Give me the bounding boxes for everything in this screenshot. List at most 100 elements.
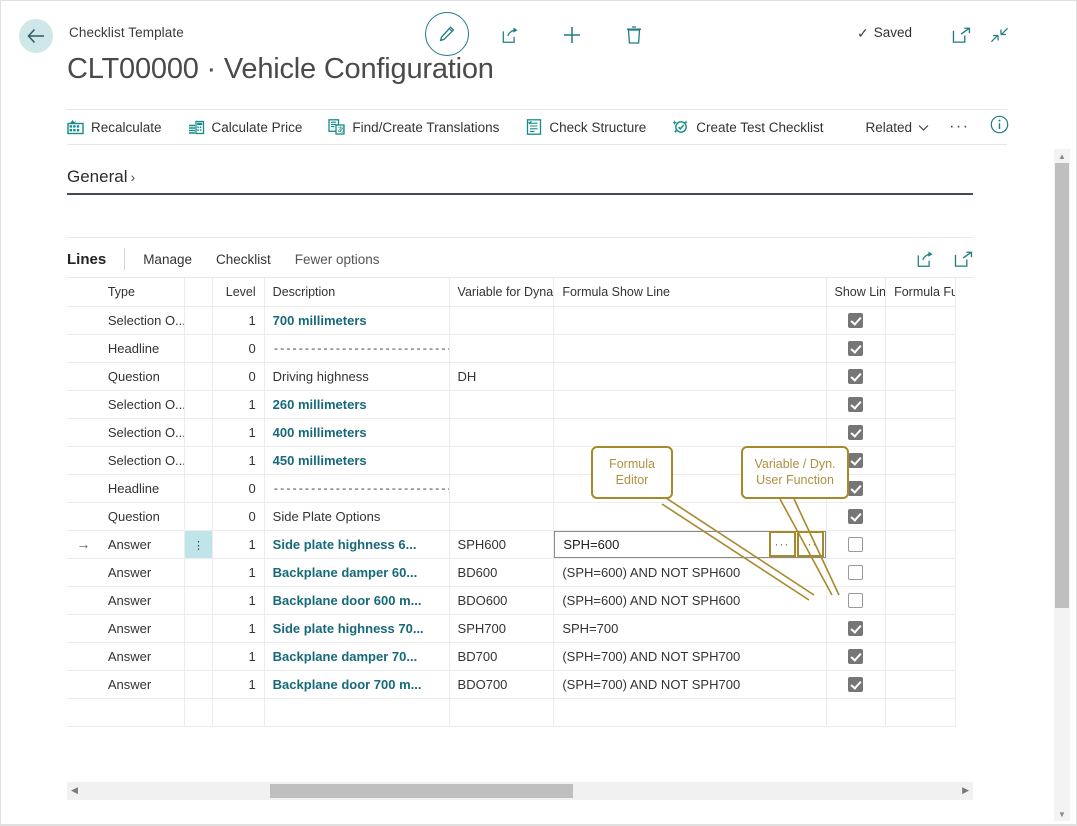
row-menu-button[interactable] [184,362,213,390]
cell-type[interactable]: Answer [100,558,184,586]
page-vertical-scrollbar[interactable]: ▲ ▼ [1054,149,1070,821]
cell-show-line[interactable] [826,334,886,362]
cell-type[interactable]: Headline [100,474,184,502]
show-line-checkbox[interactable] [848,593,863,608]
cell-formula-function[interactable] [886,614,956,642]
cell-variable-for-dynamic-bom[interactable] [449,306,554,334]
cell-formula-function[interactable] [886,306,956,334]
cell-description[interactable]: 260 millimeters [264,390,449,418]
cell-type[interactable]: Answer [100,614,184,642]
row-menu-button[interactable] [184,334,213,362]
row-menu-button[interactable] [184,306,213,334]
cell-formula-show-line[interactable]: (SPH=700) AND NOT SPH700 [554,642,826,670]
show-line-checkbox[interactable] [848,621,863,636]
open-in-new-window-button[interactable] [949,23,973,47]
cell-show-line[interactable] [826,670,886,698]
row-menu-button[interactable] [184,390,213,418]
cell-level[interactable]: 0 [213,474,264,502]
cell-level[interactable]: 1 [213,306,264,334]
cell-formula-function[interactable] [886,390,956,418]
share-button[interactable] [497,22,523,48]
show-line-checkbox[interactable] [848,481,863,496]
cell-description[interactable]: Backplane damper 70... [264,642,449,670]
cell-formula-function[interactable] [886,586,956,614]
cell-formula-function[interactable] [886,446,956,474]
related-menu[interactable]: Related [866,120,930,135]
cell-show-line[interactable] [826,390,886,418]
cell-type[interactable] [100,698,184,726]
info-button[interactable] [990,115,1009,139]
action-calculate-price[interactable]: Calculate Price [188,119,303,136]
cell-level[interactable]: 0 [213,362,264,390]
cell-type[interactable]: Answer [100,586,184,614]
cell-show-line[interactable] [826,306,886,334]
cell-level[interactable]: 1 [213,642,264,670]
show-line-checkbox[interactable] [848,649,863,664]
cell-level[interactable]: 1 [213,390,264,418]
row-menu-button[interactable] [184,474,213,502]
cell-formula-show-line[interactable]: SPH=600······ [554,530,826,558]
cell-description[interactable]: 400 millimeters [264,418,449,446]
cell-variable-for-dynamic-bom[interactable] [449,446,554,474]
table-row[interactable]: Answer1Backplane damper 60...BD600(SPH=6… [67,558,956,586]
cell-description[interactable]: -----------------------------... [264,334,449,362]
more-actions-button[interactable]: ··· [949,118,969,136]
cell-show-line[interactable] [826,362,886,390]
cell-variable-for-dynamic-bom[interactable] [449,418,554,446]
table-row[interactable]: Question0Side Plate Options [67,502,956,530]
cell-variable-for-dynamic-bom[interactable]: DH [449,362,554,390]
action-recalculate[interactable]: Recalculate [67,119,162,136]
cell-show-line[interactable] [826,418,886,446]
cell-description[interactable]: Backplane door 600 m... [264,586,449,614]
table-row[interactable] [67,698,956,726]
table-row[interactable]: Answer1Backplane damper 70...BD700(SPH=7… [67,642,956,670]
edit-button[interactable] [425,12,469,56]
show-line-checkbox[interactable] [848,537,863,552]
cell-show-line[interactable] [826,586,886,614]
cell-variable-for-dynamic-bom[interactable]: BD700 [449,642,554,670]
show-line-checkbox[interactable] [848,677,863,692]
cell-level[interactable]: 0 [213,334,264,362]
show-line-checkbox[interactable] [848,397,863,412]
scroll-down-arrow[interactable]: ▼ [1054,807,1070,821]
header-variable-for-dynamic-bom[interactable]: Variable for Dynamic BOM [449,278,554,306]
formula-input[interactable]: SPH=600······ [554,531,825,558]
cell-show-line[interactable] [826,502,886,530]
cell-description[interactable]: Backplane damper 60... [264,558,449,586]
cell-variable-for-dynamic-bom[interactable] [449,698,554,726]
row-menu-button[interactable]: ⋮ [184,530,213,558]
lines-share-button[interactable] [915,249,935,269]
cell-description[interactable]: Side Plate Options [264,502,449,530]
row-menu-button[interactable] [184,446,213,474]
tab-manage[interactable]: Manage [143,252,192,267]
cell-formula-show-line[interactable]: (SPH=600) AND NOT SPH600 [554,586,826,614]
cell-type[interactable]: Selection O... [100,306,184,334]
formula-editor-assist-button[interactable]: ··· [769,531,796,557]
row-menu-button[interactable] [184,502,213,530]
cell-level[interactable]: 0 [213,502,264,530]
header-type[interactable]: Type [100,278,184,306]
cell-variable-for-dynamic-bom[interactable]: BDO700 [449,670,554,698]
action-create-test-checklist[interactable]: Create Test Checklist [672,119,823,136]
cell-formula-show-line[interactable]: SPH=700 [554,614,826,642]
cell-show-line[interactable] [826,558,886,586]
tab-fewer-options[interactable]: Fewer options [295,252,380,267]
cell-formula-function[interactable] [886,698,956,726]
tab-checklist[interactable]: Checklist [216,252,271,267]
header-show-line[interactable]: Show Line [826,278,886,306]
row-menu-button[interactable] [184,614,213,642]
cell-formula-function[interactable] [886,362,956,390]
cell-formula-function[interactable] [886,418,956,446]
cell-show-line[interactable] [826,614,886,642]
grid-horizontal-scrollbar[interactable]: ◀ ▶ [67,782,973,800]
cell-formula-show-line[interactable]: (SPH=600) AND NOT SPH600 [554,558,826,586]
show-line-checkbox[interactable] [848,425,863,440]
scroll-up-arrow[interactable]: ▲ [1054,149,1070,163]
cell-formula-function[interactable] [886,558,956,586]
cell-type[interactable]: Selection O... [100,446,184,474]
cell-variable-for-dynamic-bom[interactable]: SPH600 [449,530,554,558]
breadcrumb[interactable]: Checklist Template [69,25,184,40]
cell-formula-show-line[interactable]: (SPH=700) AND NOT SPH700 [554,670,826,698]
cell-type[interactable]: Question [100,362,184,390]
table-row[interactable]: Selection O...1700 millimeters [67,306,956,334]
